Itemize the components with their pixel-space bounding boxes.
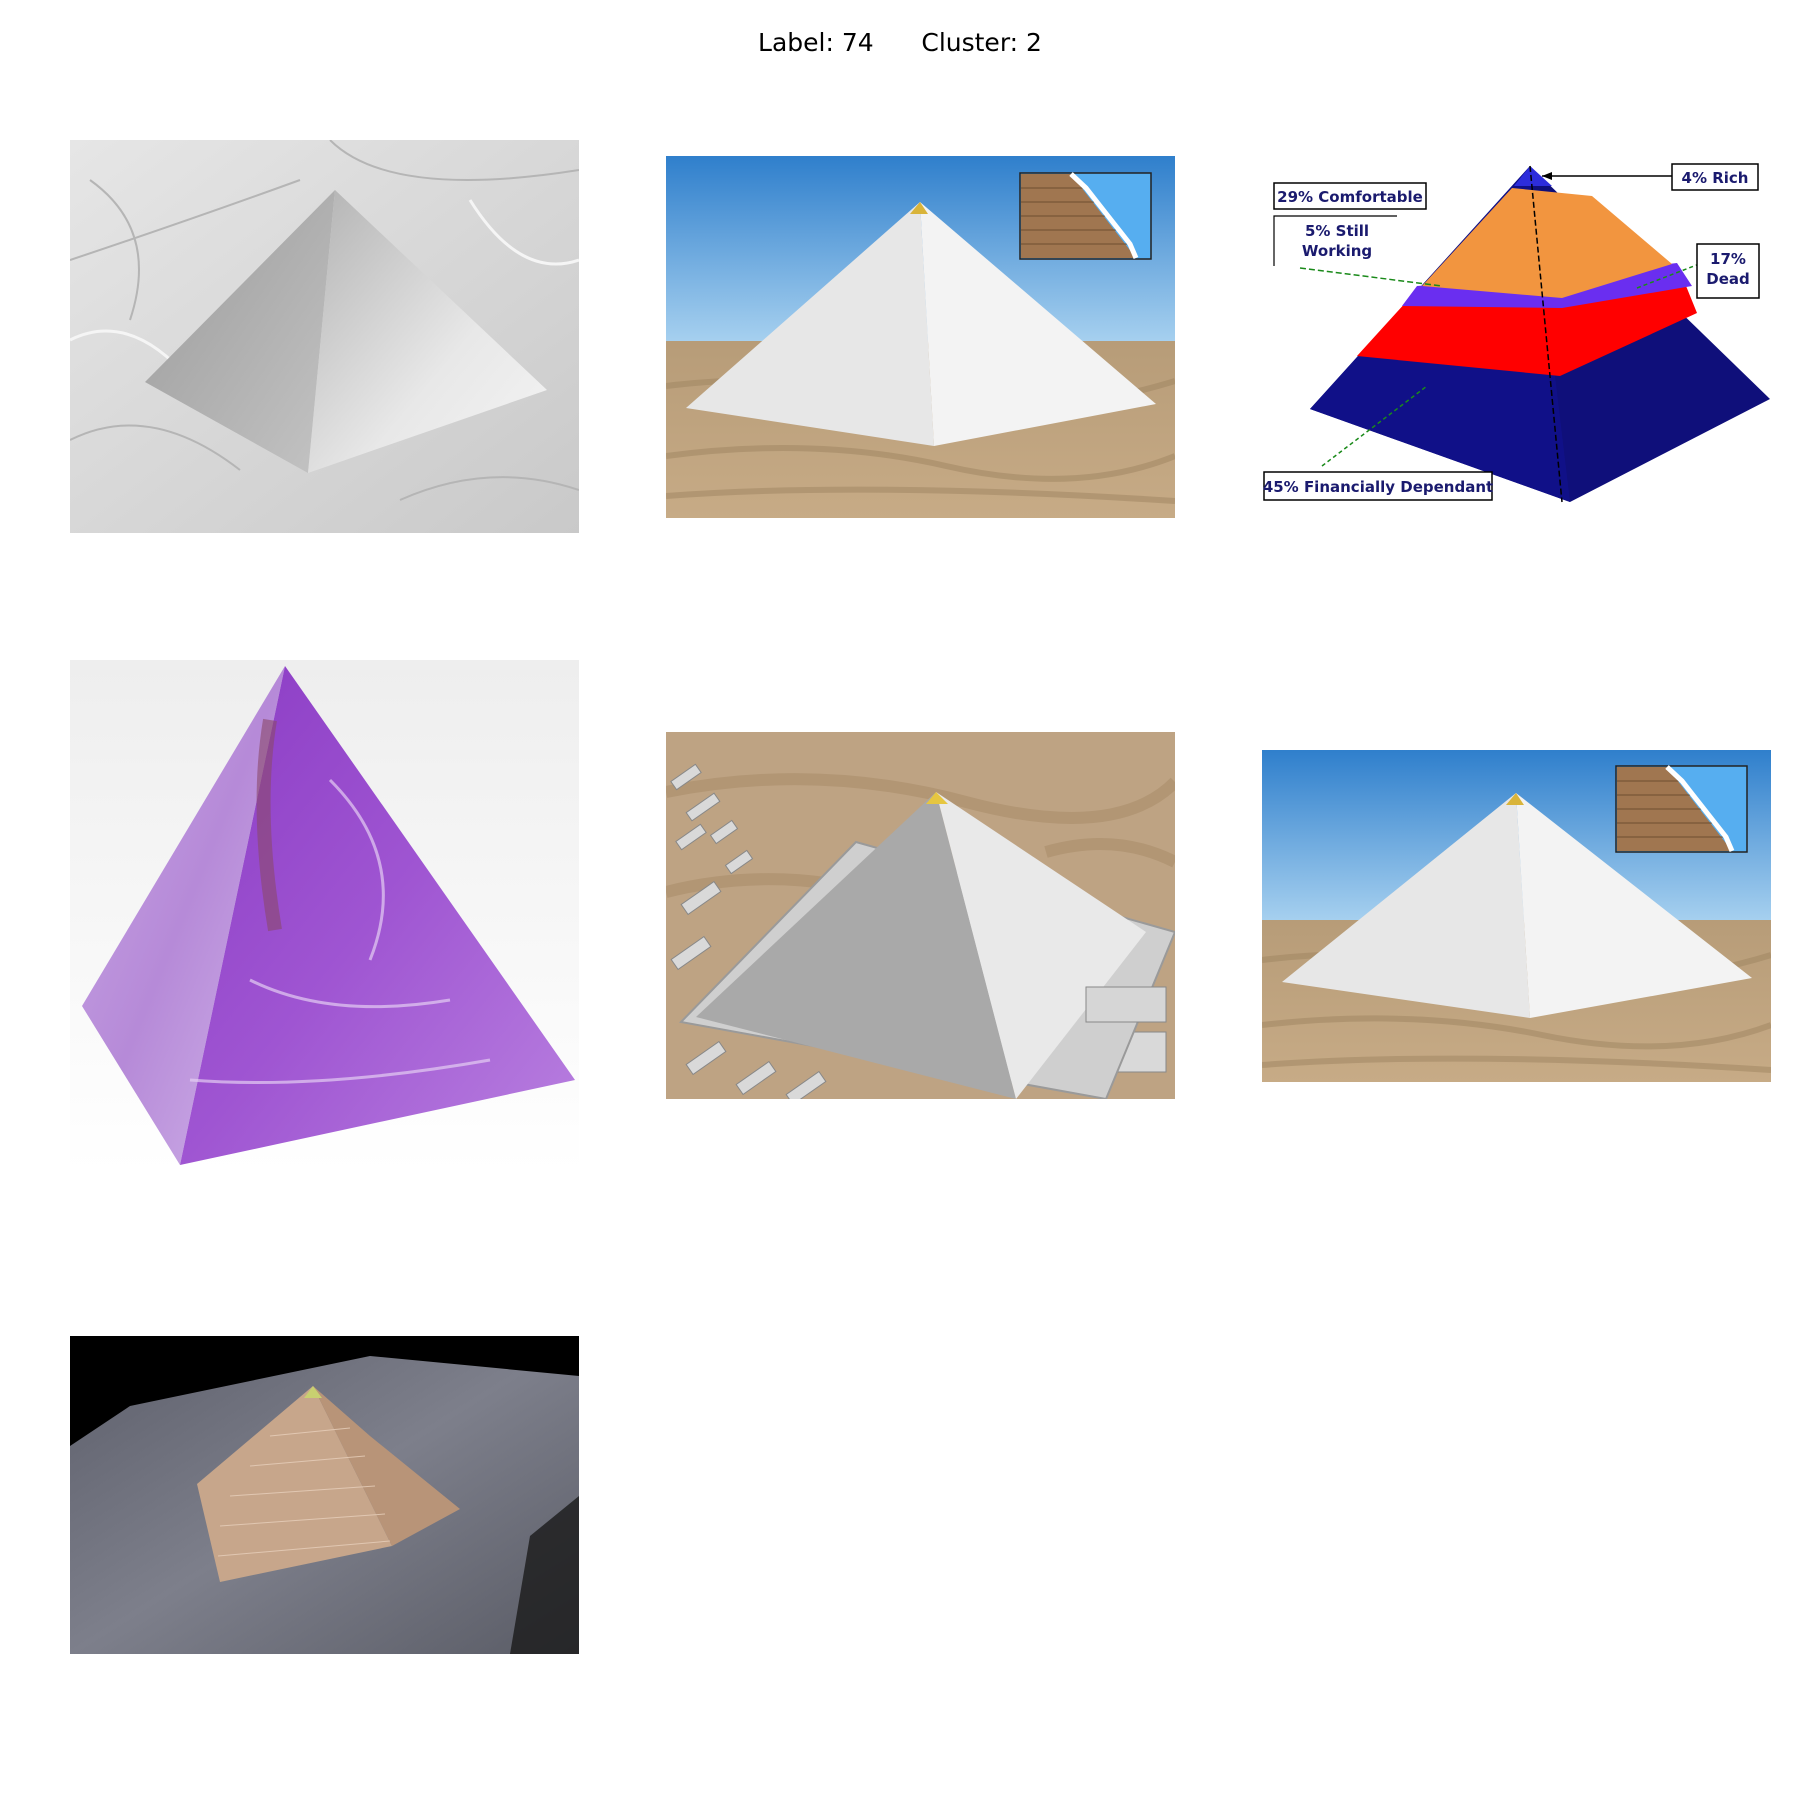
metal-pyramid-image	[70, 140, 579, 533]
comfortable-label: 29% Comfortable	[1277, 188, 1423, 206]
dependant-label: 45% Financially Dependant	[1263, 478, 1493, 496]
dead-label-line1: 17%	[1710, 250, 1746, 268]
still-working-label-line2: Working	[1302, 242, 1372, 260]
dead-label-line2: Dead	[1706, 270, 1749, 288]
desert-pyramid-image	[666, 156, 1175, 518]
image-tile-wealth-pyramid: 29% Comfortable 5% Still Working 4% Rich…	[1262, 156, 1771, 510]
amethyst-pyramid-image	[70, 660, 579, 1172]
wooden-pyramid-image	[70, 1336, 579, 1654]
still-working-label-line1: 5% Still	[1305, 222, 1369, 240]
desert-pyramid-image-2	[1262, 750, 1771, 1082]
image-tile-amethyst-pyramid	[70, 660, 579, 1172]
aerial-pyramid-image	[666, 732, 1175, 1099]
image-tile-aerial-pyramid	[666, 732, 1175, 1099]
image-tile-desert-pyramid-2	[1262, 750, 1771, 1082]
cluster-text: Cluster: 2	[921, 28, 1042, 57]
rich-label: 4% Rich	[1682, 169, 1749, 187]
figure-title: Label: 74 Cluster: 2	[0, 28, 1800, 57]
image-tile-desert-pyramid-1	[666, 156, 1175, 518]
label-text: Label: 74	[758, 28, 874, 57]
image-tile-wooden-pyramid	[70, 1336, 579, 1654]
wealth-pyramid-image: 29% Comfortable 5% Still Working 4% Rich…	[1262, 156, 1771, 510]
image-tile-metal-pyramid	[70, 140, 579, 533]
